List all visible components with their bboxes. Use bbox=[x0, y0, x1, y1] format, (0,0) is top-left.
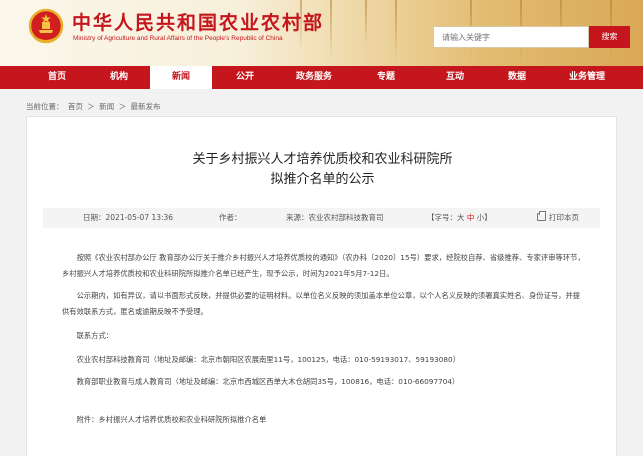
nav-item-organization[interactable]: 机构 bbox=[88, 66, 150, 89]
wheat-decoration bbox=[330, 0, 332, 60]
font-size-control: 【字号：大 中 小】 bbox=[427, 208, 492, 228]
nav-item-topics[interactable]: 专题 bbox=[350, 66, 422, 89]
nav-item-data[interactable]: 数据 bbox=[488, 66, 546, 89]
article-source: 来源：农业农村部科技教育司 bbox=[286, 213, 384, 222]
print-button[interactable]: 打印本页 bbox=[537, 208, 579, 228]
breadcrumb-separator: ＞ bbox=[87, 102, 95, 111]
article-date: 日期：2021-05-07 13:36 bbox=[83, 213, 174, 222]
wheat-decoration bbox=[365, 0, 367, 48]
article-card: 关于乡村振兴人才培养优质校和农业科研院所 拟推介名单的公示 日期：2021-05… bbox=[26, 116, 617, 456]
article-title: 关于乡村振兴人才培养优质校和农业科研院所 拟推介名单的公示 bbox=[27, 150, 618, 190]
article-body: 按照《农业农村部办公厅 教育部办公厅关于推介乡村振兴人才培养优质校的通知》（农办… bbox=[62, 250, 587, 434]
breadcrumb-item-news[interactable]: 新闻 bbox=[99, 102, 114, 111]
site-subtitle: Ministry of Agriculture and Rural Affair… bbox=[73, 35, 283, 42]
font-size-prefix: 【字号： bbox=[427, 213, 457, 222]
contact-label: 联系方式： bbox=[76, 331, 114, 340]
nav-item-news[interactable]: 新闻 bbox=[150, 66, 212, 89]
print-label: 打印本页 bbox=[549, 213, 579, 222]
search-input[interactable] bbox=[433, 26, 589, 48]
nav-item-government-services[interactable]: 政务服务 bbox=[278, 66, 350, 89]
breadcrumb-prefix: 当前位置： bbox=[26, 102, 64, 111]
nav-item-public[interactable]: 公开 bbox=[212, 66, 278, 89]
breadcrumb-separator: ＞ bbox=[118, 102, 127, 111]
nav-item-home[interactable]: 首页 bbox=[26, 66, 88, 89]
nav-item-business-management[interactable]: 业务管理 bbox=[546, 66, 628, 89]
breadcrumb-item-latest[interactable]: 最新发布 bbox=[130, 102, 160, 111]
article-paragraph: 公示期内，如有异议，请以书面形式反映，并提供必要的证明材料。以单位名义反映的须加… bbox=[62, 291, 581, 316]
main-nav: 首页 机构 新闻 公开 政务服务 专题 互动 数据 业务管理 bbox=[0, 66, 643, 89]
breadcrumb: 当前位置： 首页 ＞ 新闻 ＞ 最新发布 bbox=[26, 101, 162, 112]
article-author: 作者： bbox=[219, 213, 242, 222]
article-meta-bar: 日期：2021-05-07 13:36 作者： 来源：农业农村部科技教育司 【字… bbox=[43, 208, 600, 228]
national-emblem-icon[interactable] bbox=[28, 8, 64, 46]
site-title[interactable]: 中华人民共和国农业农村部 bbox=[72, 8, 324, 35]
nav-item-interaction[interactable]: 互动 bbox=[422, 66, 488, 89]
font-size-suffix: 】 bbox=[484, 213, 492, 222]
attachment-link[interactable]: 附件：乡村振兴人才培养优质校和农业科研院所拟推介名单 bbox=[62, 412, 587, 428]
font-size-large[interactable]: 大 bbox=[457, 213, 465, 222]
breadcrumb-item-home[interactable]: 首页 bbox=[68, 102, 83, 111]
font-size-medium[interactable]: 中 bbox=[467, 213, 475, 222]
site-header: 中华人民共和国农业农村部 Ministry of Agriculture and… bbox=[0, 0, 643, 66]
wheat-decoration bbox=[395, 0, 397, 62]
article-title-line1: 关于乡村振兴人才培养优质校和农业科研院所 bbox=[192, 152, 453, 167]
contact-line: 农业农村部科技教育司（地址及邮编：北京市朝阳区农展南里11号，100125，电话… bbox=[76, 355, 460, 364]
contact-line: 教育部职业教育与成人教育司（地址及邮编：北京市西城区西单大木仓胡同35号，100… bbox=[76, 377, 460, 386]
search-button[interactable]: 搜索 bbox=[589, 26, 630, 48]
article-paragraph: 按照《农业农村部办公厅 教育部办公厅关于推介乡村振兴人才培养优质校的通知》（农办… bbox=[62, 253, 585, 278]
article-title-line2: 拟推介名单的公示 bbox=[270, 172, 375, 187]
printer-icon bbox=[537, 211, 546, 221]
